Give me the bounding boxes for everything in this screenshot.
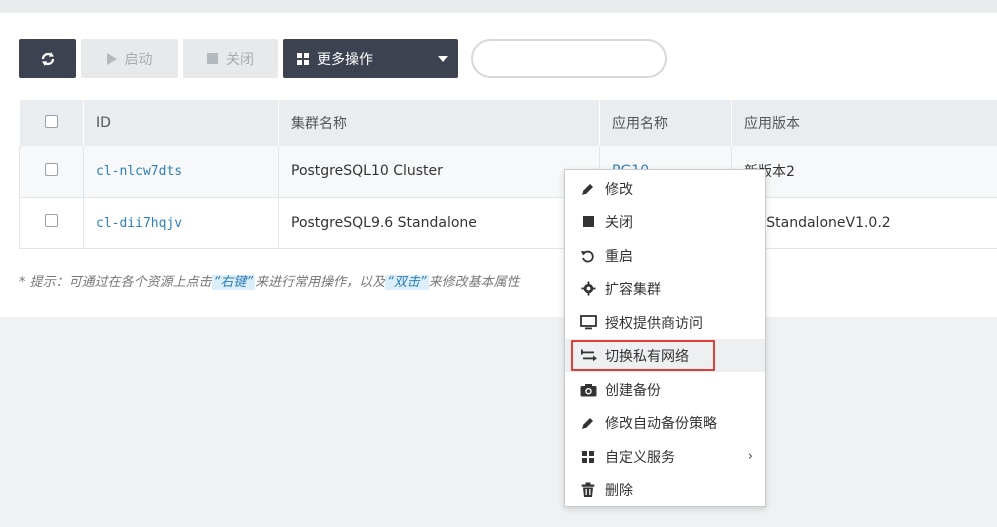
hint-right-click: “右键” bbox=[211, 275, 256, 290]
hint-middle: 来进行常用操作，以及 bbox=[255, 275, 386, 290]
menu-item-delete[interactable]: 删除 bbox=[565, 473, 765, 506]
hint-double-click: “双击” bbox=[385, 275, 429, 290]
menu-item-label: 扩容集群 bbox=[605, 281, 661, 298]
column-header-app-version[interactable]: 应用版本 bbox=[731, 100, 997, 146]
monitor-icon bbox=[579, 314, 597, 332]
start-label: 启动 bbox=[124, 51, 153, 68]
caret-down-icon bbox=[438, 56, 448, 62]
menu-item-label: 重启 bbox=[605, 248, 633, 265]
app-version-cell: 新版本2 bbox=[731, 146, 997, 198]
cluster-table: ID 集群名称 应用名称 应用版本 cl-nlcw7dts PostgreSQL… bbox=[19, 100, 997, 249]
menu-item-label: 授权提供商访问 bbox=[605, 315, 703, 332]
row-select-cell bbox=[19, 197, 84, 249]
menu-item-label: 自定义服务 bbox=[605, 449, 675, 466]
menu-item-modify[interactable]: 修改 bbox=[565, 172, 765, 205]
pencil-icon bbox=[579, 414, 597, 432]
row-checkbox[interactable] bbox=[45, 162, 58, 176]
menu-item-label: 修改 bbox=[605, 181, 633, 198]
row-checkbox[interactable] bbox=[45, 214, 58, 227]
menu-item-switch-vpc[interactable]: 切换私有网络 bbox=[565, 339, 765, 372]
restart-icon bbox=[579, 247, 597, 265]
hint-prefix: * 提示：可通过在各个资源上点击 bbox=[19, 275, 212, 290]
hint-suffix: 来修改基本属性 bbox=[428, 275, 520, 290]
start-button[interactable]: 启动 bbox=[81, 39, 178, 78]
chevron-right-icon: › bbox=[747, 449, 753, 464]
menu-item-label: 关闭 bbox=[605, 214, 633, 231]
cluster-id-cell: cl-nlcw7dts bbox=[83, 146, 279, 198]
menu-item-authorize-provider[interactable]: 授权提供商访问 bbox=[565, 306, 765, 339]
usage-hint: * 提示：可通过在各个资源上点击 “右键” 来进行常用操作，以及 “双击” 来修改基本属… bbox=[19, 271, 520, 290]
menu-item-modify-backup-policy[interactable]: 修改自动备份策略 bbox=[565, 406, 765, 439]
top-bar bbox=[0, 0, 997, 13]
column-header-cluster-name[interactable]: 集群名称 bbox=[278, 100, 600, 146]
menu-item-restart[interactable]: 重启 bbox=[565, 239, 765, 272]
more-actions-dropdown[interactable]: 更多操作 bbox=[283, 39, 458, 78]
column-header-id[interactable]: ID bbox=[83, 100, 279, 146]
menu-item-label: 切换私有网络 bbox=[605, 348, 689, 365]
select-all-cell bbox=[19, 100, 84, 146]
grid-icon bbox=[297, 52, 309, 65]
refresh-icon bbox=[41, 51, 54, 66]
menu-item-custom-service[interactable]: 自定义服务 › bbox=[565, 440, 765, 473]
menu-item-create-backup[interactable]: 创建备份 bbox=[565, 373, 765, 406]
search-input[interactable] bbox=[471, 39, 667, 78]
menu-item-scale-cluster[interactable]: 扩容集群 bbox=[565, 272, 765, 305]
cluster-id-link[interactable]: cl-nlcw7dts bbox=[96, 164, 182, 179]
cluster-name-cell: PostgreSQL10 Cluster bbox=[278, 146, 600, 198]
trash-icon bbox=[579, 481, 597, 499]
camera-icon bbox=[579, 381, 597, 399]
table-row[interactable]: cl-dii7hqjv PostgreSQL9.6 Standalone 9.6… bbox=[19, 197, 997, 249]
stop-icon bbox=[579, 213, 597, 231]
refresh-button[interactable] bbox=[19, 39, 76, 78]
menu-item-label: 创建备份 bbox=[605, 382, 661, 399]
more-actions-label: 更多操作 bbox=[317, 51, 373, 68]
app-version-cell: 9.6StandaloneV1.0.2 bbox=[731, 197, 997, 249]
switch-icon bbox=[579, 347, 597, 365]
cluster-id-link[interactable]: cl-dii7hqjv bbox=[96, 216, 182, 231]
context-menu: 修改 关闭 重启 扩容集群 授权提供商访问 切换私有网络 创建备份 修改自动备份… bbox=[564, 169, 766, 507]
pencil-icon bbox=[579, 180, 597, 198]
select-all-checkbox[interactable] bbox=[44, 114, 58, 128]
menu-item-label: 修改自动备份策略 bbox=[605, 415, 717, 432]
menu-item-stop[interactable]: 关闭 bbox=[565, 205, 765, 238]
play-icon bbox=[106, 52, 117, 65]
stop-button[interactable]: 关闭 bbox=[183, 39, 278, 78]
stop-label: 关闭 bbox=[226, 51, 254, 68]
cluster-id-cell: cl-dii7hqjv bbox=[83, 197, 279, 249]
grid-icon bbox=[579, 448, 597, 466]
gear-icon bbox=[579, 280, 597, 298]
stop-icon bbox=[207, 53, 218, 64]
menu-item-label: 删除 bbox=[605, 482, 633, 499]
table-row[interactable]: cl-nlcw7dts PostgreSQL10 Cluster PG10 新版… bbox=[19, 146, 997, 198]
row-select-cell bbox=[19, 146, 84, 198]
cluster-name-cell: PostgreSQL9.6 Standalone bbox=[278, 197, 600, 249]
table-header: ID 集群名称 应用名称 应用版本 bbox=[19, 100, 997, 146]
column-header-app-name[interactable]: 应用名称 bbox=[599, 100, 732, 146]
